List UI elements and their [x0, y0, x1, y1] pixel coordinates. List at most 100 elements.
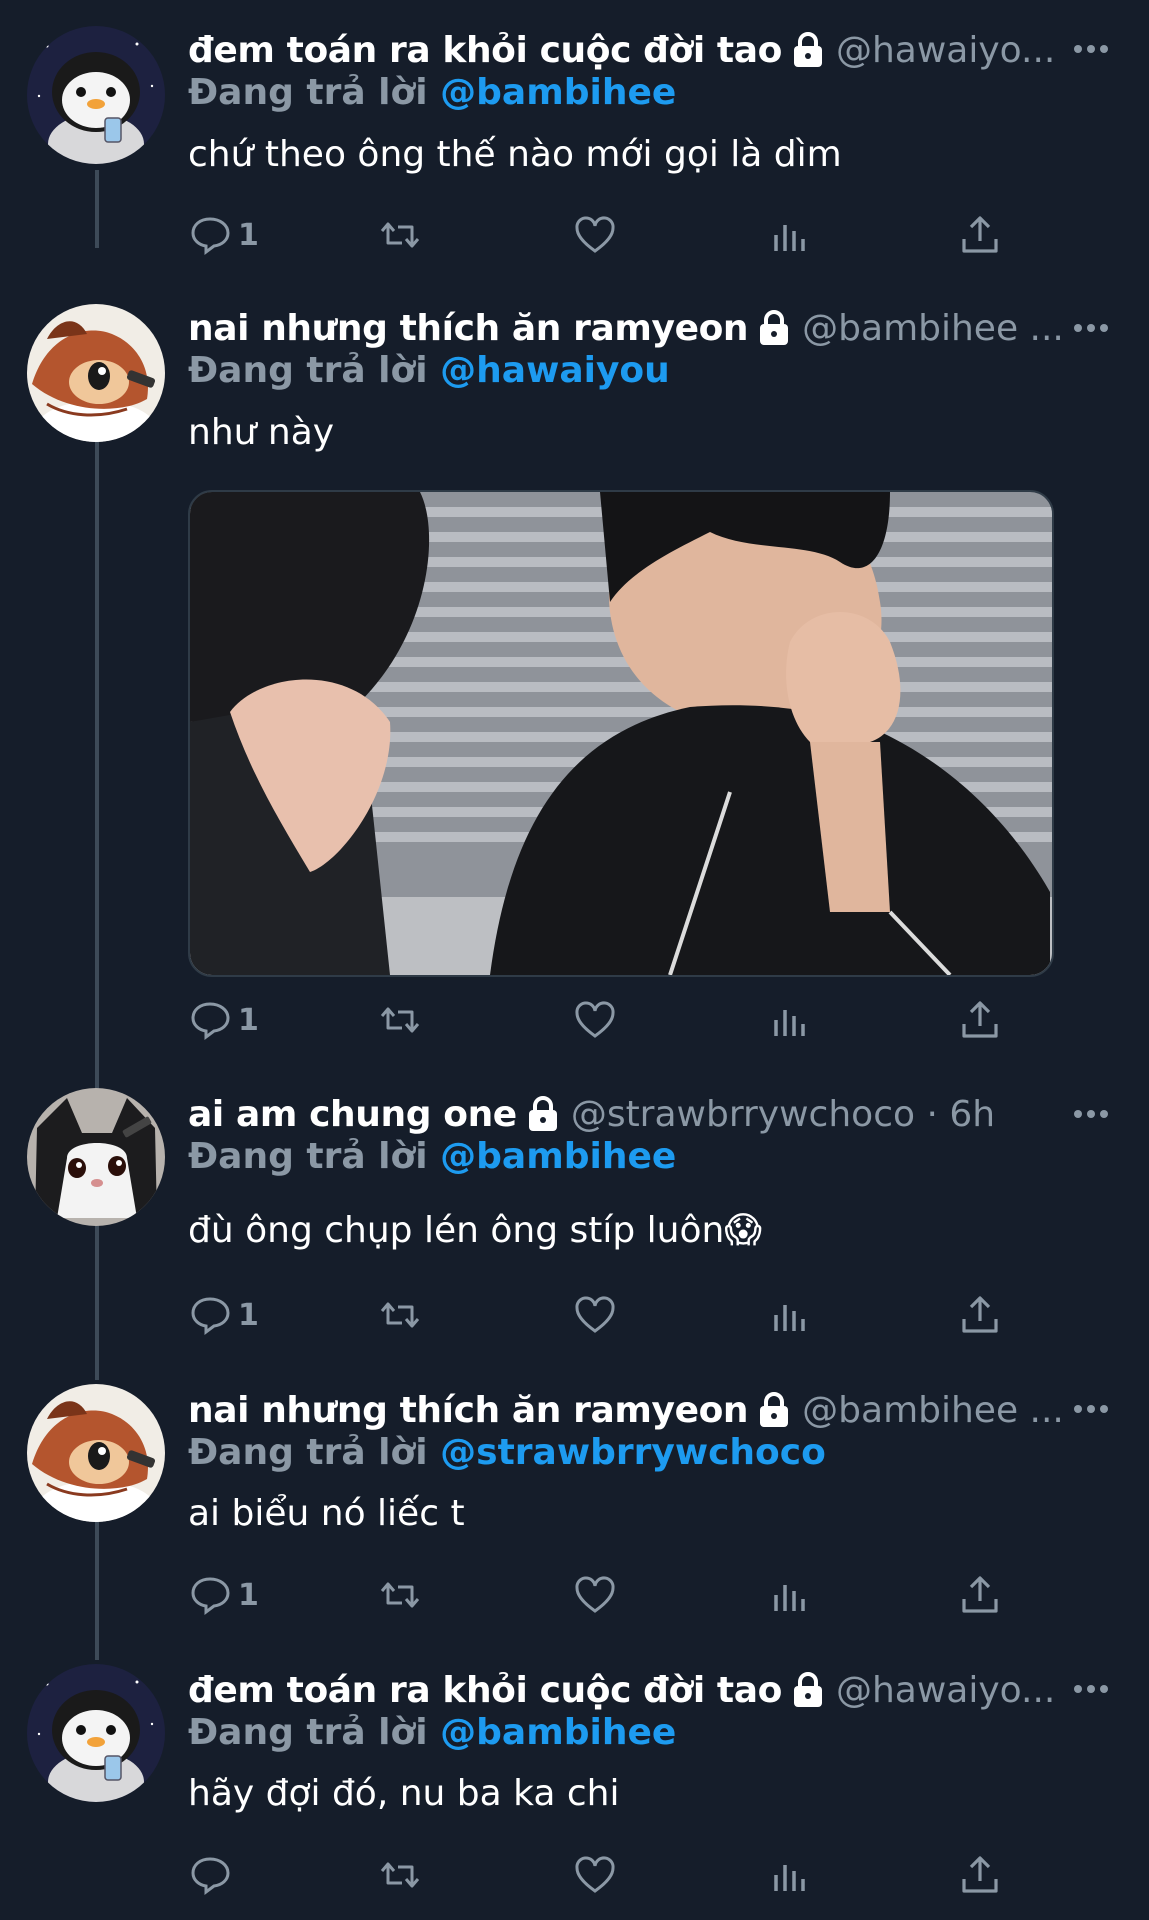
- tweet[interactable]: ai am chung one @strawbrrywchoco · 6h Đa…: [0, 1060, 1149, 1380]
- replying-to: Đang trả lời @bambihee: [188, 1136, 676, 1177]
- share-button[interactable]: [958, 210, 1002, 260]
- share-button[interactable]: [958, 995, 1002, 1045]
- avatar[interactable]: [27, 1664, 165, 1802]
- tweet[interactable]: nai nhưng thích ăn ramyeon @bambihee ...…: [0, 280, 1149, 1060]
- share-icon: [962, 216, 998, 253]
- display-name[interactable]: nai nhưng thích ăn ramyeon: [188, 308, 749, 349]
- lock-icon: [760, 1392, 789, 1427]
- reply-button[interactable]: 1: [188, 210, 259, 260]
- more-options-icon[interactable]: [1073, 1109, 1109, 1119]
- tweet-actions: [188, 1850, 1018, 1900]
- deer-avatar-icon: [27, 1384, 165, 1522]
- share-button[interactable]: [958, 1290, 1002, 1340]
- like-button[interactable]: [573, 995, 617, 1045]
- reply-button[interactable]: 1: [188, 995, 259, 1045]
- heart-icon: [575, 1576, 615, 1613]
- analytics-icon: [774, 225, 805, 251]
- replying-to-label: Đang trả lời: [188, 350, 428, 391]
- avatar[interactable]: [27, 304, 165, 442]
- lock-icon: [793, 32, 822, 67]
- reply-button[interactable]: 1: [188, 1570, 259, 1620]
- tweet-text: chứ theo ông thế nào mới gọi là dìm: [188, 134, 842, 175]
- retweet-icon: [380, 1582, 420, 1608]
- mention-link[interactable]: @bambihee: [440, 1712, 676, 1753]
- replying-to: Đang trả lời @hawaiyou: [188, 350, 670, 391]
- retweet-button[interactable]: [378, 1570, 422, 1620]
- analytics-button[interactable]: [768, 1570, 812, 1620]
- tweet-header: đem toán ra khỏi cuộc đời tao @hawaiyo..…: [188, 26, 1119, 74]
- penguin-avatar-icon: [27, 1664, 165, 1802]
- retweet-icon: [380, 222, 420, 248]
- retweet-button[interactable]: [378, 995, 422, 1045]
- lock-icon: [760, 310, 789, 345]
- photo-image: [190, 492, 1052, 975]
- retweet-icon: [380, 1302, 420, 1328]
- reply-icon: [191, 1297, 230, 1335]
- heart-icon: [575, 1856, 615, 1893]
- tweet-actions: 1: [188, 210, 1018, 260]
- analytics-button[interactable]: [768, 995, 812, 1045]
- like-button[interactable]: [573, 1850, 617, 1900]
- like-button[interactable]: [573, 210, 617, 260]
- reply-count: 1: [238, 217, 259, 253]
- user-handle[interactable]: @bambihee ...: [802, 308, 1119, 349]
- tweet-header: đem toán ra khỏi cuộc đời tao @hawaiyo..…: [188, 1666, 1119, 1714]
- user-handle[interactable]: @bambihee ...: [802, 1390, 1119, 1431]
- replying-to: Đang trả lời @strawbrrywchoco: [188, 1432, 826, 1473]
- display-name[interactable]: ai am chung one: [188, 1094, 517, 1135]
- more-options-icon[interactable]: [1073, 44, 1109, 54]
- tweet[interactable]: nai nhưng thích ăn ramyeon @bambihee ...…: [0, 1380, 1149, 1660]
- mention-link[interactable]: @strawbrrywchoco: [440, 1432, 826, 1473]
- retweet-icon: [380, 1007, 420, 1033]
- more-options-icon[interactable]: [1073, 1404, 1109, 1414]
- analytics-icon: [774, 1865, 805, 1891]
- display-name[interactable]: đem toán ra khỏi cuộc đời tao: [188, 1670, 782, 1711]
- reply-button[interactable]: [188, 1850, 238, 1900]
- reply-count: 1: [238, 1002, 259, 1038]
- analytics-button[interactable]: [768, 210, 812, 260]
- tweet-actions: 1: [188, 1290, 1018, 1340]
- like-button[interactable]: [573, 1290, 617, 1340]
- heart-icon: [575, 216, 615, 253]
- user-handle[interactable]: @strawbrrywchoco · 6h: [571, 1094, 1119, 1135]
- lock-icon: [528, 1096, 557, 1131]
- share-button[interactable]: [958, 1850, 1002, 1900]
- tweet-actions: 1: [188, 995, 1018, 1045]
- replying-to: Đang trả lời @bambihee: [188, 1712, 676, 1753]
- share-icon: [962, 1296, 998, 1333]
- analytics-button[interactable]: [768, 1850, 812, 1900]
- display-name[interactable]: nai nhưng thích ăn ramyeon: [188, 1390, 749, 1431]
- tweet-header: nai nhưng thích ăn ramyeon @bambihee ...: [188, 1386, 1119, 1434]
- replying-to-label: Đang trả lời: [188, 1136, 428, 1177]
- avatar[interactable]: [27, 1384, 165, 1522]
- retweet-button[interactable]: [378, 210, 422, 260]
- analytics-icon: [774, 1305, 805, 1331]
- mention-link[interactable]: @bambihee: [440, 1136, 676, 1177]
- replying-to-label: Đang trả lời: [188, 1432, 428, 1473]
- like-button[interactable]: [573, 1570, 617, 1620]
- tweet-photo[interactable]: [188, 490, 1054, 977]
- avatar[interactable]: [27, 26, 165, 164]
- retweet-icon: [380, 1862, 420, 1888]
- tweet-header: ai am chung one @strawbrrywchoco · 6h: [188, 1090, 1119, 1138]
- tweet[interactable]: đem toán ra khỏi cuộc đời tao @hawaiyo..…: [0, 1660, 1149, 1920]
- more-options-icon[interactable]: [1073, 323, 1109, 333]
- analytics-icon: [774, 1010, 805, 1036]
- avatar[interactable]: [27, 1088, 165, 1226]
- retweet-button[interactable]: [378, 1290, 422, 1340]
- reply-icon: [191, 1002, 230, 1040]
- display-name[interactable]: đem toán ra khỏi cuộc đời tao: [188, 30, 782, 71]
- mention-link[interactable]: @hawaiyou: [440, 350, 670, 391]
- retweet-button[interactable]: [378, 1850, 422, 1900]
- tweet-header: nai nhưng thích ăn ramyeon @bambihee ...: [188, 304, 1119, 352]
- mention-link[interactable]: @bambihee: [440, 72, 676, 113]
- tweet-actions: 1: [188, 1570, 1018, 1620]
- replying-to-label: Đang trả lời: [188, 72, 428, 113]
- lock-icon: [793, 1672, 822, 1707]
- more-options-icon[interactable]: [1073, 1684, 1109, 1694]
- penguin-avatar-icon: [27, 26, 165, 164]
- share-button[interactable]: [958, 1570, 1002, 1620]
- tweet[interactable]: đem toán ra khỏi cuộc đời tao @hawaiyo..…: [0, 0, 1149, 280]
- analytics-button[interactable]: [768, 1290, 812, 1340]
- reply-button[interactable]: 1: [188, 1290, 259, 1340]
